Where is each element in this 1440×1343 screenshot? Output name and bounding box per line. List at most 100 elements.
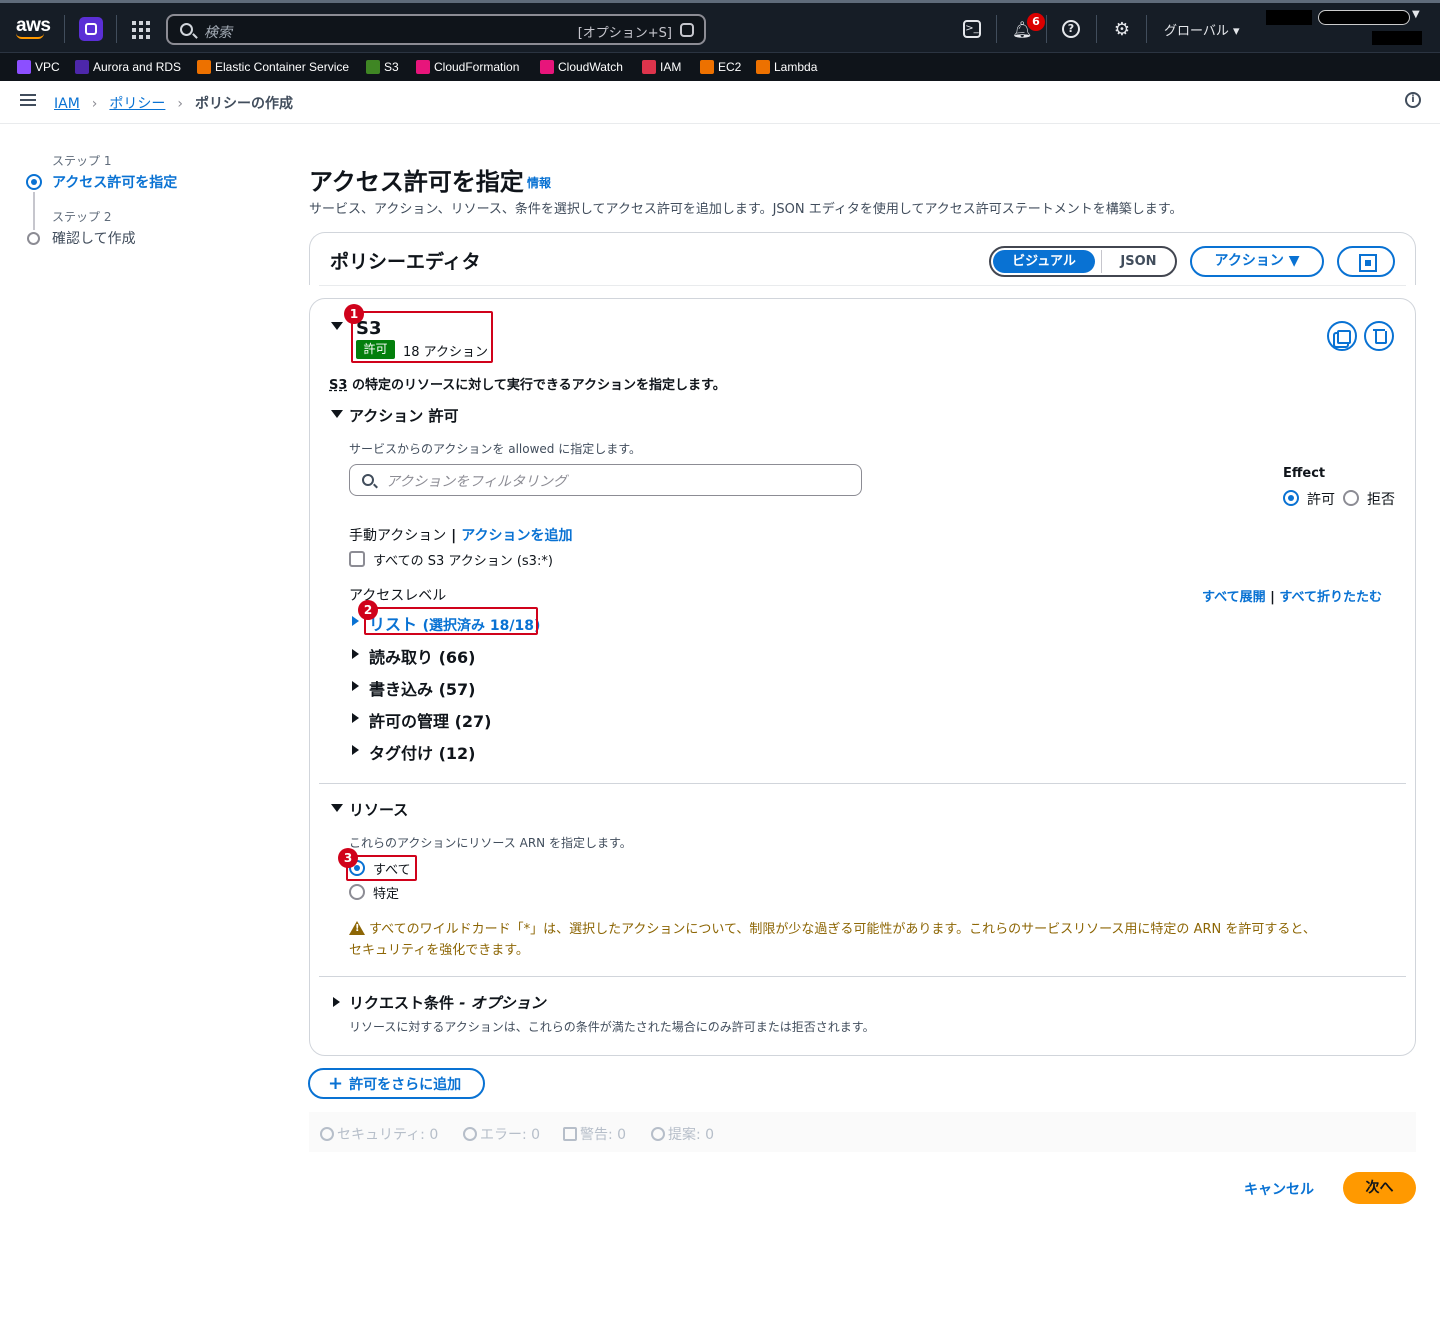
favorite-aurora-rds[interactable]: Aurora and RDS [75,60,181,74]
cloudformation-icon [416,60,430,74]
page-description: サービス、アクション、リソース、条件を選択してアクセス許可を追加します。JSON… [309,202,1183,217]
cloudshell-icon[interactable]: >_ [963,20,981,38]
ec2-icon [700,60,714,74]
breadcrumb-current: ポリシーの作成 [195,96,294,112]
expand-collapse-links: すべて展開 | すべて折りたたむ [1202,590,1382,605]
favorite-ec2[interactable]: EC2 [700,60,741,74]
resources-section-title[interactable]: リソース [349,799,408,820]
chevron-right-icon: › [91,96,98,112]
search-input[interactable]: 検索 [オプション+S] [166,14,706,45]
error-findings[interactable]: エラー: 0 [463,1124,540,1144]
fullscreen-icon[interactable] [1337,246,1395,277]
resources-help-text: これらのアクションにリソース ARN を指定します。 [349,836,632,850]
collapse-statement-icon[interactable] [331,322,343,330]
favorite-cloudwatch[interactable]: CloudWatch [540,60,623,74]
effect-allow-label[interactable]: 許可 [1307,489,1335,509]
expand-write-icon[interactable] [352,681,359,691]
conditions-section-title[interactable]: リクエスト条件 - オプション [349,992,546,1013]
search-placeholder: 検索 [204,25,232,41]
wildcard-warning: すべてのワイルドカード「*」は、選択したアクションについて、制限が少な過ぎる可能… [349,918,1316,937]
favorite-vpc[interactable]: VPC [17,60,60,74]
breadcrumb-policies[interactable]: ポリシー [109,96,165,112]
actions-dropdown-button[interactable]: アクション ▼ [1190,246,1324,277]
collapse-actions-icon[interactable] [331,410,343,418]
access-level-read[interactable]: 読み取り (66) [369,644,475,668]
menu-icon[interactable] [20,94,36,108]
account-menu-redacted[interactable] [1318,10,1410,25]
collapse-resources-icon[interactable] [331,804,343,812]
annotation-badge-1: 1 [344,304,364,324]
vpc-icon [17,60,31,74]
visual-mode-button[interactable]: ビジュアル [993,250,1095,273]
access-level-permissions[interactable]: 許可の管理 (27) [369,708,491,732]
cancel-button[interactable]: キャンセル [1244,1179,1314,1199]
access-level-tagging[interactable]: タグ付け (12) [369,740,475,764]
s3-icon [366,60,380,74]
divider [1146,15,1147,43]
step-1-title[interactable]: アクセス許可を指定 [52,172,177,192]
warning-findings[interactable]: 警告: 0 [563,1124,626,1144]
effect-allow-radio[interactable] [1283,490,1299,506]
breadcrumb-iam[interactable]: IAM [54,96,80,112]
region-selector[interactable]: グローバル ▾ [1164,20,1240,39]
favorite-s3[interactable]: S3 [366,60,399,74]
warning-icon [563,1127,577,1141]
next-button[interactable]: 次へ [1343,1172,1416,1204]
divider [996,15,997,43]
chevron-down-icon[interactable]: ▼ [1412,9,1420,20]
resource-specific-radio[interactable] [349,884,365,900]
divider [319,976,1406,977]
account-id-redacted [1372,31,1422,45]
apps-grid-icon[interactable] [132,21,150,39]
resource-specific-label[interactable]: 特定 [373,883,399,902]
policy-validation-bar: セキュリティ: 0 エラー: 0 警告: 0 提案: 0 [309,1112,1416,1152]
duplicate-icon[interactable] [1327,321,1357,351]
notification-badge: 6 [1027,13,1045,31]
add-more-permissions-button[interactable]: + 許可をさらに追加 [308,1068,485,1099]
access-level-write[interactable]: 書き込み (57) [369,676,475,700]
gear-icon[interactable]: ⚙ [1112,20,1132,40]
actions-section-title[interactable]: アクション 許可 [349,405,458,426]
action-filter-input[interactable]: アクションをフィルタリング [349,464,862,496]
favorite-iam[interactable]: IAM [642,60,681,74]
account-redacted[interactable] [1266,10,1312,25]
info-link[interactable]: 情報 [527,174,551,191]
service-abbr: S3 [329,378,348,393]
effect-deny-label[interactable]: 拒否 [1367,489,1395,509]
trash-icon[interactable] [1364,321,1394,351]
aws-logo[interactable]: aws [16,15,51,39]
breadcrumb: IAM › ポリシー › ポリシーの作成 [54,93,293,113]
collapse-all-link[interactable]: すべて折りたたむ [1279,590,1382,605]
cloudwatch-icon [540,60,554,74]
effect-label: Effect [1283,466,1326,481]
expand-list-icon[interactable] [352,616,359,626]
warning-icon [349,921,365,935]
divider [116,15,117,43]
favorite-lambda[interactable]: Lambda [756,60,817,74]
help-icon[interactable]: ? [1062,20,1080,38]
expand-conditions-icon[interactable] [333,997,340,1007]
security-findings[interactable]: セキュリティ: 0 [320,1124,438,1144]
effect-deny-radio[interactable] [1343,490,1359,506]
add-actions-link[interactable]: アクションを追加 [461,528,572,544]
statement-description-text: の特定のリソースに対して実行できるアクションを指定します。 [347,378,726,393]
divider [319,783,1406,784]
unified-studio-icon[interactable] [79,17,103,41]
top-navigation-bar: aws 検索 [オプション+S] >_ 🔔︎ 6 ? ⚙ グローバル ▾ ▼ [0,0,1440,52]
editor-mode-toggle: ビジュアル JSON [989,246,1177,277]
expand-read-icon[interactable] [352,649,359,659]
info-icon[interactable]: i [1405,92,1421,108]
expand-all-link[interactable]: すべて展開 [1202,590,1266,605]
favorite-cloudformation[interactable]: CloudFormation [416,60,519,74]
lambda-icon [756,60,770,74]
suggestion-findings[interactable]: 提案: 0 [651,1124,714,1144]
expand-permissions-icon[interactable] [352,713,359,723]
all-s3-actions-checkbox[interactable] [349,551,365,567]
shield-icon [320,1127,334,1141]
conditions-help-text: リソースに対するアクションは、これらの条件が満たされた場合にのみ許可または拒否さ… [349,1020,875,1034]
all-s3-actions-label[interactable]: すべての S3 アクション (s3:*) [373,550,553,569]
favorite-ecs[interactable]: Elastic Container Service [197,60,349,74]
plus-icon: + [328,1073,344,1094]
expand-tagging-icon[interactable] [352,745,359,755]
json-mode-button[interactable]: JSON [1101,250,1175,273]
